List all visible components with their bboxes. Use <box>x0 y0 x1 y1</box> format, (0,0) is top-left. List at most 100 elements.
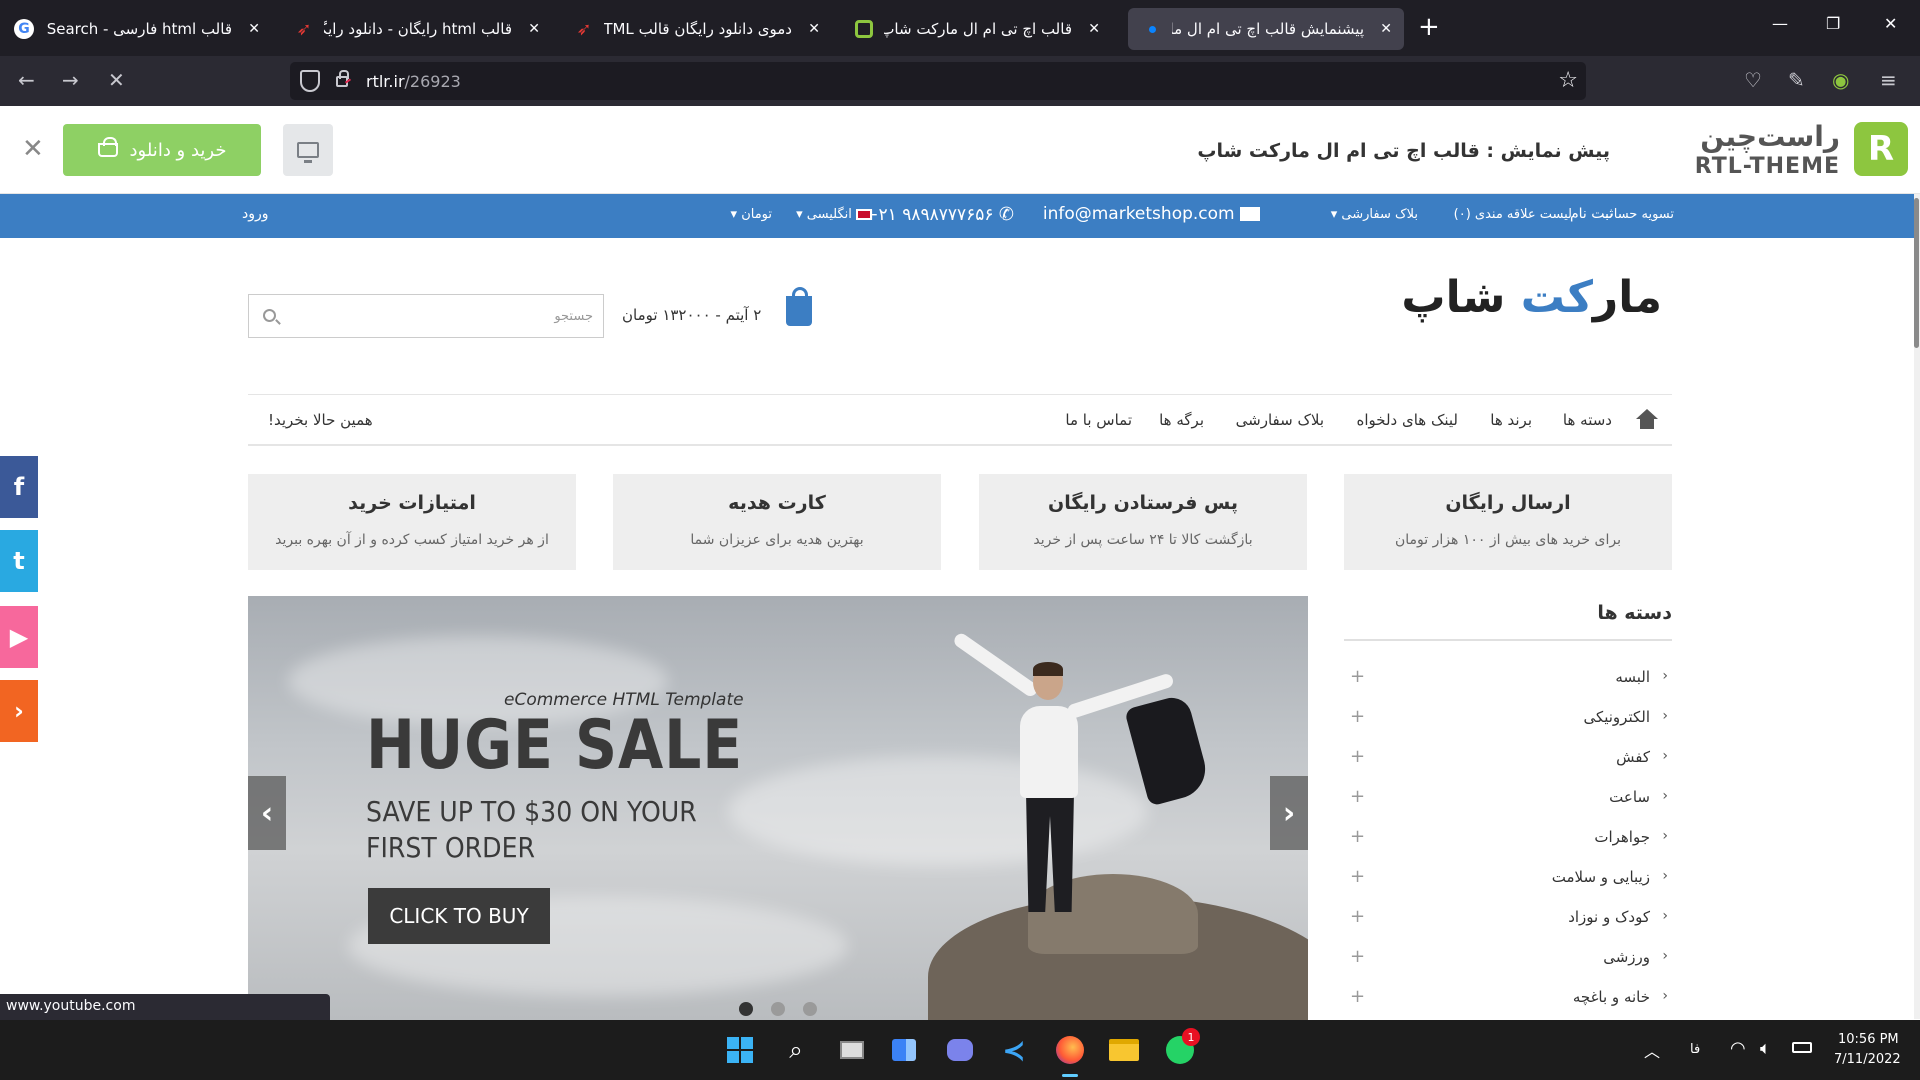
category-label[interactable]: ورزشی <box>1603 948 1650 966</box>
category-item[interactable]: ‹ کودک و نوزاد + <box>1344 906 1672 930</box>
url-text[interactable]: rtlr.ir/26923 <box>366 72 461 91</box>
close-window-button[interactable]: ✕ <box>1884 14 1897 33</box>
category-label[interactable]: البسه <box>1615 668 1650 686</box>
device-toggle-button[interactable] <box>283 124 333 176</box>
menu-item-custom-block[interactable]: بلاک سفارشی <box>1236 411 1324 429</box>
windows-start-icon[interactable] <box>724 1034 756 1066</box>
plus-icon[interactable]: + <box>1350 986 1365 1007</box>
file-explorer-icon[interactable] <box>1108 1034 1140 1066</box>
tab-preview-active[interactable]: پیشنمایش قالب اچ تی ام ال مارکت شاپ ✕ <box>1128 8 1404 50</box>
menu-item-pages[interactable]: برگه ها <box>1159 411 1204 429</box>
vscode-icon[interactable]: ≺ <box>998 1034 1030 1067</box>
youtube-icon[interactable]: ▶ <box>0 606 38 668</box>
language-dropdown[interactable]: انگلیسی ▾ <box>796 207 872 222</box>
login-link[interactable]: ورود <box>242 206 269 222</box>
custom-block-dropdown[interactable]: بلاک سفارشی ▾ <box>1331 207 1418 222</box>
category-item[interactable]: ‹ الکترونیکی + <box>1344 706 1672 730</box>
hero-slider[interactable]: eCommerce HTML Template HUGE SALE SAVE U… <box>248 596 1308 1020</box>
wishlist-link[interactable]: لیست علاقه مندی (۰) <box>1454 207 1572 222</box>
close-icon[interactable]: ✕ <box>1088 21 1100 37</box>
slider-dot[interactable] <box>803 1002 817 1016</box>
shield-icon[interactable] <box>300 70 320 92</box>
slider-next-button[interactable]: › <box>1270 776 1308 850</box>
plus-icon[interactable]: + <box>1350 746 1365 767</box>
tab-google-search[interactable]: G قالب html فارسی - Google Search ✕ <box>0 8 272 50</box>
plus-icon[interactable]: + <box>1350 826 1365 847</box>
close-icon[interactable]: ✕ <box>808 21 820 37</box>
category-label[interactable]: کودک و نوزاد <box>1568 908 1650 926</box>
bookmark-star-icon[interactable]: ☆ <box>1558 68 1578 93</box>
category-item[interactable]: ‹ کفش + <box>1344 746 1672 770</box>
currency-dropdown[interactable]: تومان ▾ <box>731 207 772 222</box>
slider-prev-button[interactable]: ‹ <box>248 776 286 850</box>
register-link[interactable]: ثبت نام <box>1570 206 1613 222</box>
email-contact[interactable]: info@marketshop.com <box>1043 204 1260 224</box>
plus-icon[interactable]: + <box>1350 946 1365 967</box>
rtl-theme-logo-latin[interactable]: RTL-THEME <box>1695 154 1840 179</box>
restore-button[interactable]: ❐ <box>1826 14 1840 33</box>
search-input[interactable] <box>303 303 593 329</box>
menu-item-categories[interactable]: دسته ها <box>1563 411 1612 429</box>
site-logo[interactable]: مارکت شاپ <box>1401 272 1662 323</box>
extension-icon[interactable]: ◉ <box>1832 68 1849 92</box>
slider-dot[interactable] <box>771 1002 785 1016</box>
forward-arrow-icon[interactable]: → <box>62 68 79 92</box>
clock-time[interactable]: 10:56 PM <box>1838 1032 1899 1047</box>
more-icon[interactable]: › <box>0 680 38 742</box>
click-to-buy-button[interactable]: CLICK TO BUY <box>368 888 550 944</box>
rtl-theme-logo-mark[interactable]: R <box>1854 122 1908 176</box>
minimize-button[interactable]: — <box>1772 14 1788 33</box>
category-label[interactable]: زیبایی و سلامت <box>1552 868 1650 886</box>
menu-hamburger-icon[interactable]: ≡ <box>1880 68 1897 92</box>
category-label[interactable]: کفش <box>1616 748 1650 766</box>
wifi-icon[interactable]: ◠ <box>1730 1038 1746 1059</box>
plus-icon[interactable]: + <box>1350 786 1365 807</box>
close-preview-icon[interactable]: ✕ <box>22 134 44 164</box>
stop-loading-icon[interactable]: ✕ <box>108 68 125 92</box>
plus-icon[interactable]: + <box>1350 866 1365 887</box>
slider-dot[interactable] <box>739 1002 753 1016</box>
facebook-icon[interactable]: f <box>0 456 38 518</box>
input-language[interactable]: فا <box>1690 1042 1700 1057</box>
lock-icon[interactable] <box>336 70 349 87</box>
close-icon[interactable]: ✕ <box>248 21 260 37</box>
volume-icon[interactable]: 🔈︎ <box>1760 1038 1771 1059</box>
chevron-up-icon[interactable]: ︿ <box>1644 1038 1660 1062</box>
clock-date[interactable]: 7/11/2022 <box>1834 1052 1901 1067</box>
menu-item-contact[interactable]: تماس با ما <box>1065 411 1132 429</box>
search-icon[interactable] <box>263 309 276 322</box>
category-item[interactable]: ‹ زیبایی و سلامت + <box>1344 866 1672 890</box>
tab-free-templates[interactable]: ➶ قالب html رایگان - دانلود رایگان ✕ <box>280 8 552 50</box>
pen-icon[interactable]: ✎ <box>1788 68 1805 92</box>
tab-demo-download[interactable]: ➶ دموی دانلود رایگان قالب HTML ✕ <box>560 8 832 50</box>
task-view-icon[interactable] <box>836 1034 868 1066</box>
address-bar[interactable]: rtlr.ir/26923 ☆ <box>290 62 1586 100</box>
back-arrow-icon[interactable]: ← <box>18 68 35 92</box>
widgets-icon[interactable] <box>888 1034 920 1066</box>
shopping-bag-icon[interactable] <box>786 287 812 326</box>
search-icon[interactable]: ⌕ <box>780 1034 812 1066</box>
close-icon[interactable]: ✕ <box>528 21 540 37</box>
category-label[interactable]: جواهرات <box>1594 828 1650 846</box>
category-label[interactable]: خانه و باغچه <box>1573 988 1650 1006</box>
rtl-theme-logo-text[interactable]: راست‌چین <box>1700 120 1840 153</box>
category-item[interactable]: ‹ البسه + <box>1344 666 1672 690</box>
menu-item-brands[interactable]: برند ها <box>1490 411 1532 429</box>
category-item[interactable]: ‹ خانه و باغچه + <box>1344 986 1672 1010</box>
category-item[interactable]: ‹ جواهرات + <box>1344 826 1672 850</box>
category-item[interactable]: ‹ ورزشی + <box>1344 946 1672 970</box>
tab-rtl-theme[interactable]: قالب اچ تی ام ال مارکت شاپ - راست چین ✕ <box>840 8 1112 50</box>
buy-download-button[interactable]: خرید و دانلود <box>63 124 261 176</box>
home-icon[interactable] <box>1636 409 1658 429</box>
plus-icon[interactable]: + <box>1350 666 1365 687</box>
new-tab-button[interactable]: + <box>1418 12 1440 42</box>
twitter-icon[interactable]: t <box>0 530 38 592</box>
close-icon[interactable]: ✕ <box>1380 21 1392 37</box>
category-label[interactable]: الکترونیکی <box>1583 708 1650 726</box>
page-scrollbar-thumb[interactable] <box>1914 198 1919 348</box>
category-label[interactable]: ساعت <box>1609 788 1650 806</box>
category-item[interactable]: ‹ ساعت + <box>1344 786 1672 810</box>
pocket-icon[interactable]: ♡ <box>1744 68 1762 92</box>
cart-summary[interactable]: ۲ آیتم - ۱۳۲۰۰۰ تومان <box>622 306 761 324</box>
battery-icon[interactable] <box>1792 1042 1812 1057</box>
